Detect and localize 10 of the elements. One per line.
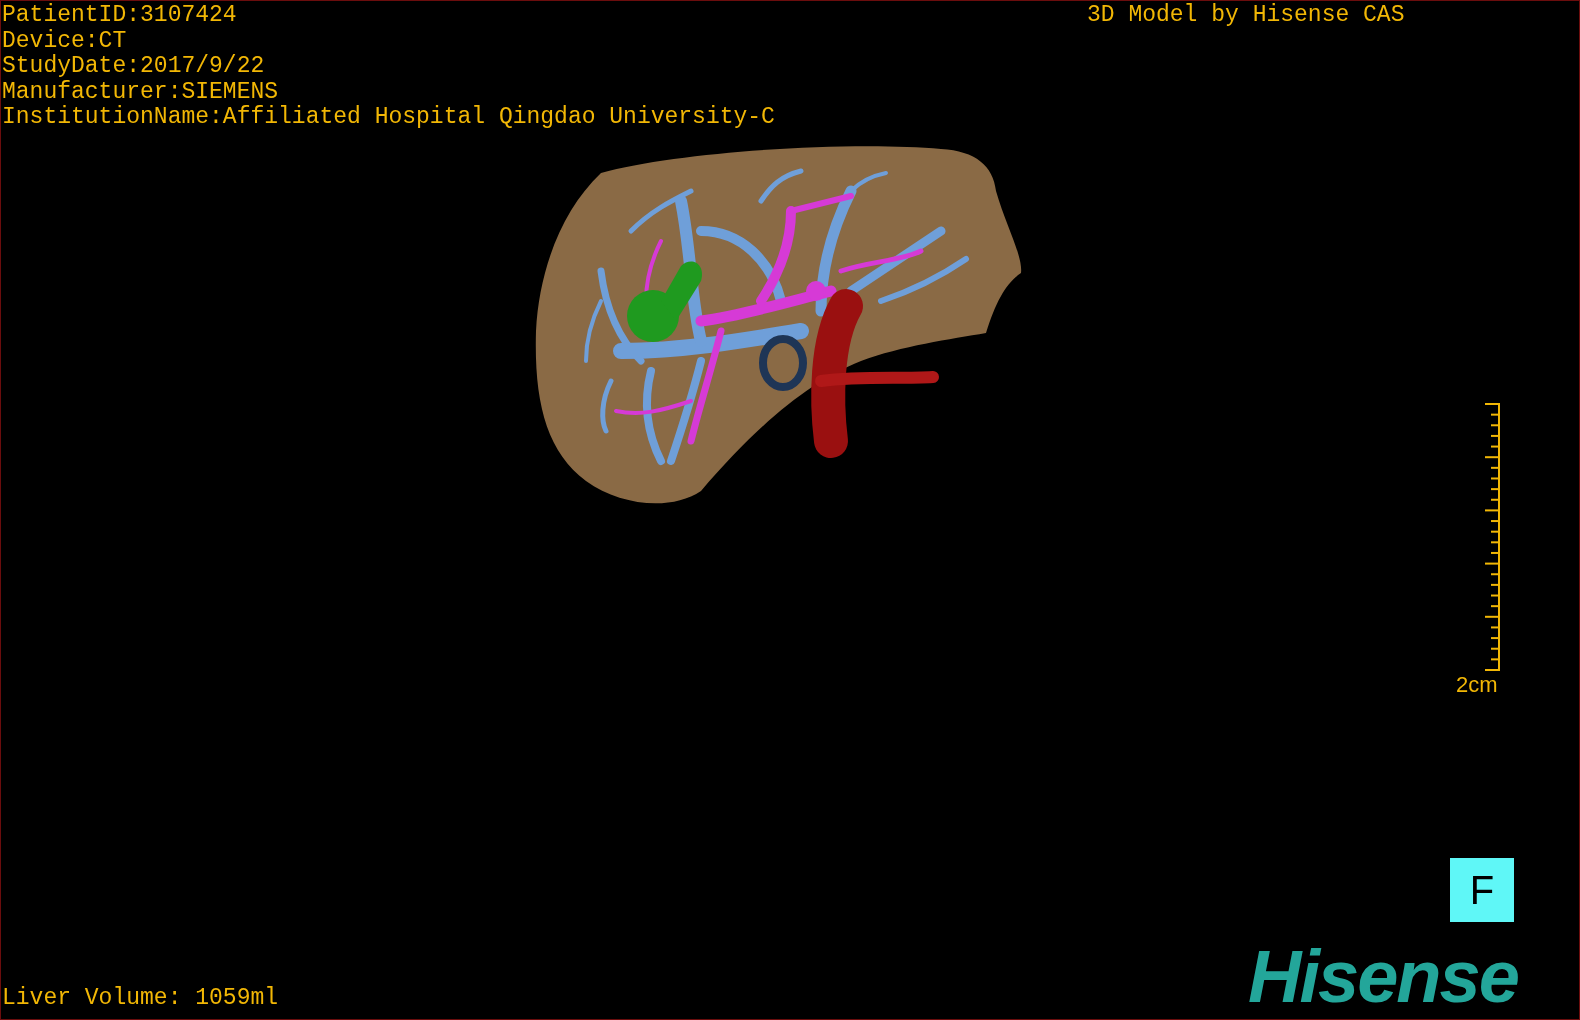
study-info-line: StudyDate:2017/9/22 xyxy=(2,54,265,80)
logo: Hisense xyxy=(1248,937,1518,1017)
study-info-line: PatientID:3107424 xyxy=(2,3,237,29)
orientation-marker: F xyxy=(1450,858,1514,922)
model-title: 3D Model by Hisense CAS xyxy=(1087,3,1405,29)
study-info-line: Manufacturer:SIEMENS xyxy=(2,79,279,105)
study-info-line: InstitutionName:Affiliated Hospital Qingdao University-C xyxy=(2,105,775,131)
scale-label: 2cm xyxy=(1456,672,1498,698)
liver-volume: Liver Volume: 1059ml xyxy=(2,984,279,1012)
study-info-line: Device:CT xyxy=(2,28,127,54)
